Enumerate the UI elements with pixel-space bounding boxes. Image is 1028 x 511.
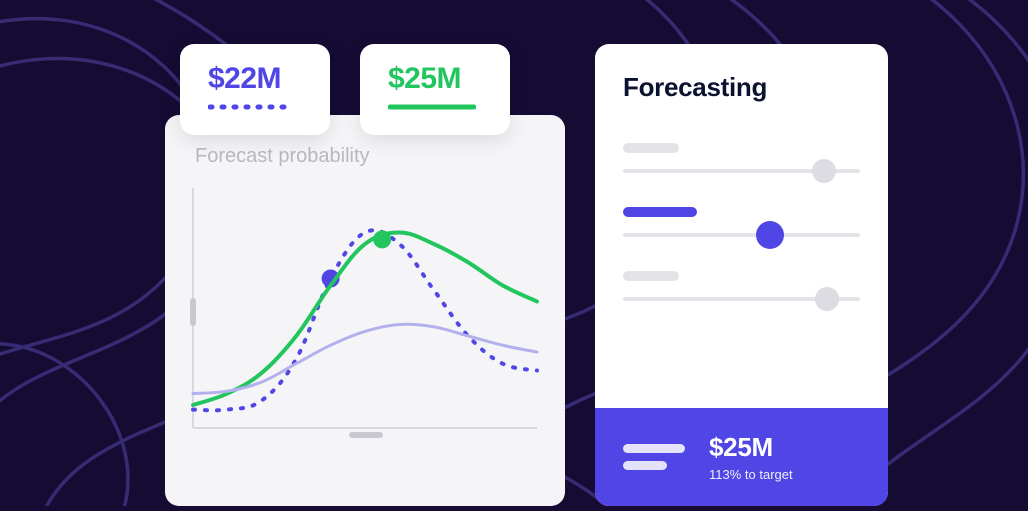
slider-thumb[interactable]: [812, 159, 836, 183]
slider-label-placeholder: [623, 271, 679, 281]
solid-underline-icon: [388, 104, 476, 110]
forecast-probability-chart: [189, 188, 541, 438]
placeholder-line: [623, 444, 685, 453]
forecast-probability-card: Forecast probability: [165, 115, 565, 506]
slider-thumb[interactable]: [815, 287, 839, 311]
slider-thumb[interactable]: [756, 221, 784, 249]
slider-track[interactable]: [623, 169, 860, 173]
forecast-slider[interactable]: [623, 271, 860, 301]
slider-label-placeholder: [623, 143, 679, 153]
footer-metrics: $25M 113% to target: [709, 432, 793, 482]
chart-marker: [373, 230, 391, 248]
metric-card-forecast: $22M: [180, 44, 330, 135]
forecast-slider[interactable]: [623, 207, 860, 237]
footer-value: $25M: [709, 432, 793, 463]
forecasting-title: Forecasting: [623, 72, 860, 103]
metric-value: $22M: [208, 62, 302, 96]
forecasting-footer: $25M 113% to target: [595, 408, 888, 506]
slider-track[interactable]: [623, 233, 860, 237]
slider-track[interactable]: [623, 297, 860, 301]
footer-subtext: 113% to target: [709, 467, 793, 482]
slider-label-placeholder: [623, 207, 697, 217]
dotted-underline-icon: [208, 104, 296, 110]
metric-card-actual: $25M: [360, 44, 510, 135]
chart-title: Forecast probability: [195, 145, 541, 168]
footer-label-placeholder: [623, 444, 685, 470]
placeholder-line: [623, 461, 667, 470]
forecasting-sliders: [595, 113, 888, 408]
forecasting-card: Forecasting $25M 113% to target: [595, 44, 888, 506]
chart-series: [193, 233, 537, 406]
forecasting-header: Forecasting: [595, 44, 888, 113]
forecast-slider[interactable]: [623, 143, 860, 173]
metric-value: $25M: [388, 62, 482, 96]
